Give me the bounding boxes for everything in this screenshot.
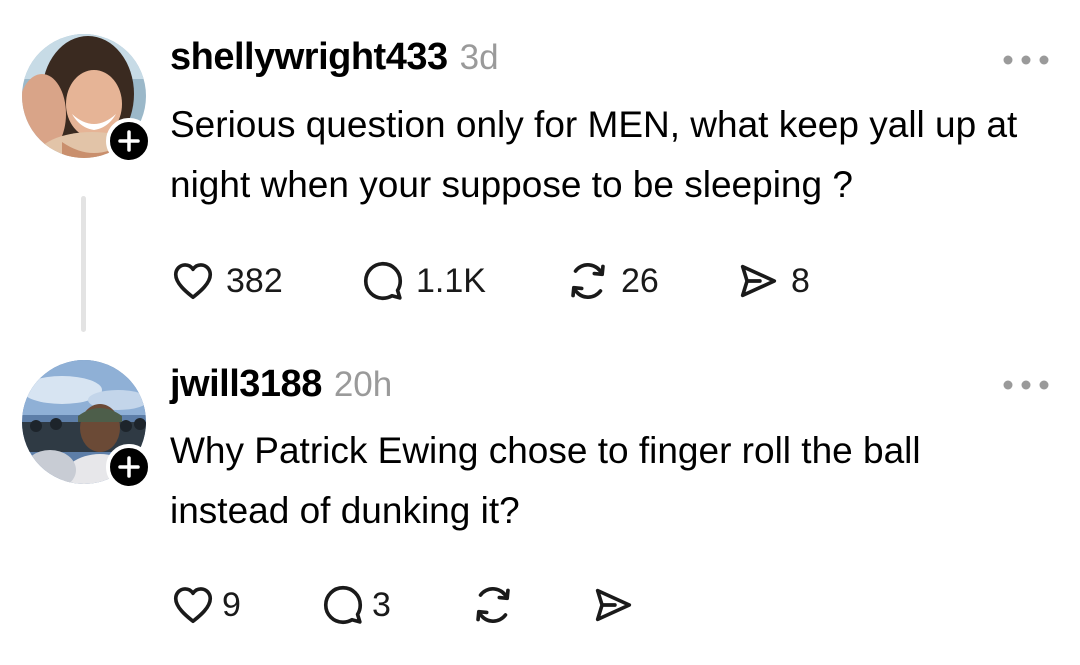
post: shellywright433 3d Serious question only… (0, 0, 1080, 340)
post-text: Why Patrick Ewing chose to finger roll t… (170, 430, 921, 531)
repost-button[interactable]: 26 (565, 258, 735, 304)
repost-count: 26 (621, 261, 659, 300)
share-button[interactable] (590, 582, 650, 628)
post-header: jwill3188 20h (170, 363, 392, 406)
reply-button[interactable]: 1.1K (360, 258, 565, 304)
repost-button[interactable] (470, 582, 590, 628)
thread-line (81, 196, 86, 332)
avatar-container (22, 34, 152, 164)
plus-icon (118, 130, 140, 152)
ellipsis-icon (1003, 380, 1049, 390)
ellipsis-icon (1003, 55, 1049, 65)
like-button[interactable]: 9 (170, 582, 320, 628)
action-bar: 382 1.1K 26 8 (170, 258, 845, 304)
like-button[interactable]: 382 (170, 258, 360, 304)
post-header: shellywright433 3d (170, 36, 499, 79)
more-options-button[interactable] (1000, 370, 1052, 400)
reply-count: 3 (372, 585, 391, 624)
share-button[interactable]: 8 (735, 258, 845, 304)
heart-icon (173, 587, 213, 624)
share-count: 8 (791, 261, 810, 300)
reply-button[interactable]: 3 (320, 582, 470, 628)
reply-count: 1.1K (416, 261, 486, 300)
speech-bubble-icon (323, 585, 363, 625)
like-count: 382 (226, 261, 283, 300)
follow-button[interactable] (106, 118, 152, 164)
avatar-container (22, 360, 152, 490)
paper-plane-icon (740, 264, 777, 298)
plus-icon (118, 456, 140, 478)
like-count: 9 (222, 585, 241, 624)
more-options-button[interactable] (1000, 45, 1052, 75)
username[interactable]: jwill3188 (170, 363, 322, 406)
repost-arrows-icon (571, 263, 605, 299)
paper-plane-icon (595, 588, 632, 622)
action-bar: 9 3 (170, 582, 650, 628)
follow-button[interactable] (106, 444, 152, 490)
timestamp: 20h (333, 365, 393, 404)
speech-bubble-icon (363, 261, 403, 301)
post-text: Serious question only for MEN, what keep… (170, 104, 1018, 205)
username[interactable]: shellywright433 (170, 36, 448, 79)
repost-arrows-icon (476, 587, 510, 623)
post: jwill3188 20h Why Patrick Ewing chose to… (0, 350, 1080, 665)
timestamp: 3d (459, 38, 499, 77)
heart-icon (173, 263, 213, 300)
